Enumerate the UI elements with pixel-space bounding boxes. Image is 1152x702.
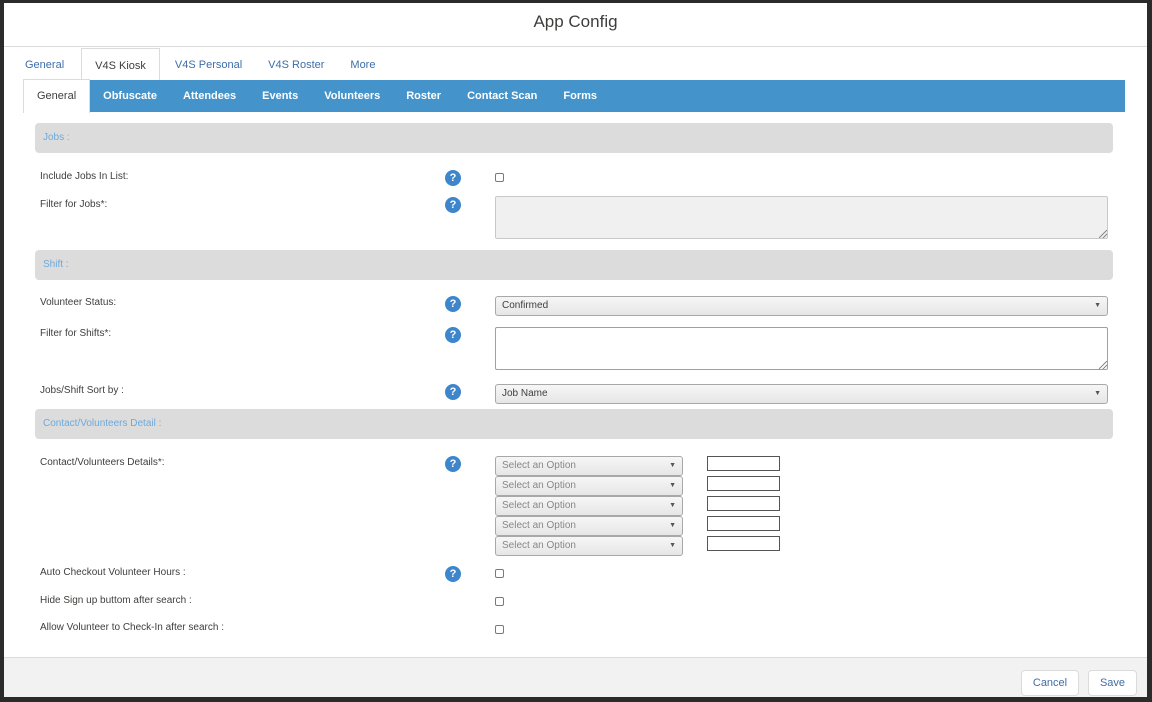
- resize-grip-icon: [1099, 230, 1107, 238]
- tab-v4s-kiosk[interactable]: V4S Kiosk: [81, 48, 160, 83]
- volunteer-status-select[interactable]: Confirmed ▼: [495, 296, 1108, 316]
- contact-detail-select-value: Select an Option: [502, 480, 576, 491]
- contact-detail-select[interactable]: Select an Option ▼: [495, 476, 683, 496]
- sub-tab-bar: General Obfuscate Attendees Events Volun…: [23, 79, 1125, 113]
- save-button[interactable]: Save: [1088, 670, 1137, 696]
- resize-grip[interactable]: [1099, 361, 1107, 369]
- chevron-down-icon: ▼: [669, 542, 676, 549]
- subtab-forms[interactable]: Forms: [550, 80, 610, 112]
- chevron-down-icon: ▼: [669, 502, 676, 509]
- subtab-volunteers[interactable]: Volunteers: [311, 80, 393, 112]
- chevron-down-icon: ▼: [669, 522, 676, 529]
- contact-detail-select[interactable]: Select an Option ▼: [495, 496, 683, 516]
- section-shift-header: Shift :: [35, 250, 1113, 280]
- contact-detail-select[interactable]: Select an Option ▼: [495, 456, 683, 476]
- sort-by-value: Job Name: [502, 388, 548, 399]
- contact-details-label: Contact/Volunteers Details*:: [40, 457, 165, 468]
- volunteer-status-value: Confirmed: [502, 300, 549, 311]
- app-config-modal: App Config General V4S Kiosk V4S Persona…: [4, 3, 1147, 697]
- contact-detail-select-value: Select an Option: [502, 540, 576, 551]
- contact-detail-select[interactable]: Select an Option ▼: [495, 536, 683, 556]
- subtab-general[interactable]: General: [23, 79, 91, 113]
- filter-shifts-label: Filter for Shifts*:: [40, 328, 112, 339]
- subtab-roster[interactable]: Roster: [393, 80, 454, 112]
- contact-detail-select[interactable]: Select an Option ▼: [495, 516, 683, 536]
- auto-checkout-checkbox[interactable]: [495, 569, 504, 578]
- subtab-attendees[interactable]: Attendees: [170, 80, 249, 112]
- allow-checkin-label: Allow Volunteer to Check-In after search…: [40, 622, 224, 633]
- cancel-button[interactable]: Cancel: [1021, 670, 1079, 696]
- chevron-down-icon: ▼: [1094, 390, 1101, 397]
- help-icon[interactable]: ?: [445, 456, 461, 472]
- contact-detail-select-value: Select an Option: [502, 460, 576, 471]
- chevron-down-icon: ▼: [669, 462, 676, 469]
- contact-detail-input[interactable]: [707, 496, 780, 511]
- help-icon[interactable]: ?: [445, 296, 461, 312]
- contact-detail-input[interactable]: [707, 516, 780, 531]
- main-tabs: General V4S Kiosk V4S Personal V4S Roste…: [12, 48, 388, 83]
- sort-by-label: Jobs/Shift Sort by :: [40, 385, 124, 396]
- tab-v4s-personal[interactable]: V4S Personal: [162, 48, 255, 82]
- hide-signup-label: Hide Sign up buttom after search :: [40, 595, 192, 606]
- filter-shifts-textarea[interactable]: [495, 327, 1108, 370]
- subtab-events[interactable]: Events: [249, 80, 311, 112]
- contact-detail-input[interactable]: [707, 456, 780, 471]
- chevron-down-icon: ▼: [1094, 302, 1101, 309]
- filter-jobs-label: Filter for Jobs*:: [40, 199, 108, 210]
- contact-detail-select-value: Select an Option: [502, 520, 576, 531]
- contact-detail-select-value: Select an Option: [502, 500, 576, 511]
- modal-footer: Cancel Save: [4, 657, 1147, 697]
- filter-jobs-textarea[interactable]: [495, 196, 1108, 239]
- tab-v4s-roster[interactable]: V4S Roster: [255, 48, 337, 82]
- section-contact-header: Contact/Volunteers Detail :: [35, 409, 1113, 439]
- modal-header: App Config: [4, 3, 1147, 47]
- volunteer-status-label: Volunteer Status:: [40, 297, 117, 308]
- help-icon[interactable]: ?: [445, 197, 461, 213]
- subtab-contact-scan[interactable]: Contact Scan: [454, 80, 550, 112]
- section-jobs-header: Jobs :: [35, 123, 1113, 153]
- hide-signup-checkbox[interactable]: [495, 597, 504, 606]
- contact-detail-input[interactable]: [707, 476, 780, 491]
- auto-checkout-label: Auto Checkout Volunteer Hours :: [40, 567, 186, 578]
- include-jobs-label: Include Jobs In List:: [40, 171, 129, 182]
- tab-more[interactable]: More: [337, 48, 388, 82]
- sort-by-select[interactable]: Job Name ▼: [495, 384, 1108, 404]
- help-icon[interactable]: ?: [445, 384, 461, 400]
- resize-grip[interactable]: [1099, 230, 1107, 238]
- page-title: App Config: [533, 12, 618, 31]
- chevron-down-icon: ▼: [669, 482, 676, 489]
- help-icon[interactable]: ?: [445, 170, 461, 186]
- resize-grip-icon: [1099, 361, 1107, 369]
- subtab-obfuscate[interactable]: Obfuscate: [90, 80, 170, 112]
- help-icon[interactable]: ?: [445, 566, 461, 582]
- contact-detail-input[interactable]: [707, 536, 780, 551]
- tab-general[interactable]: General: [12, 48, 77, 82]
- include-jobs-checkbox[interactable]: [495, 173, 504, 182]
- allow-checkin-checkbox[interactable]: [495, 625, 504, 634]
- help-icon[interactable]: ?: [445, 327, 461, 343]
